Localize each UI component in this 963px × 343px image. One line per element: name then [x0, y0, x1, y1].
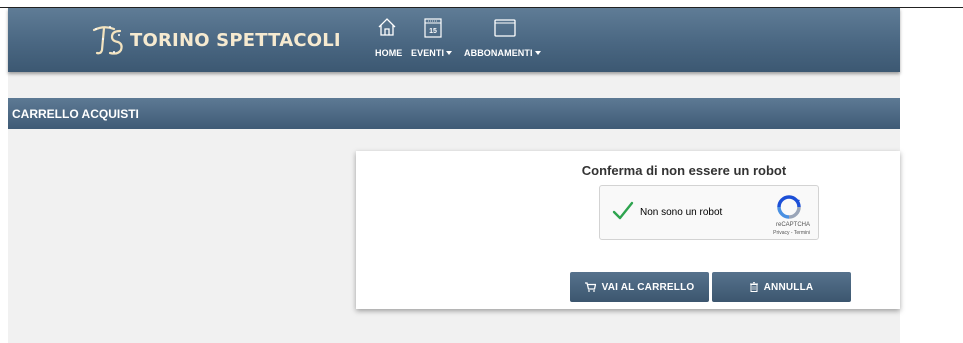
nav-abbonamenti-label: ABBONAMENTI [464, 48, 541, 58]
cancel-button[interactable]: ANNULLA [712, 272, 851, 302]
recaptcha-links[interactable]: Privacy - Termini [773, 230, 810, 236]
cancel-label: ANNULLA [763, 281, 814, 293]
nav-eventi-text: EVENTI [411, 48, 445, 58]
page-title: CARRELLO ACQUISTI [12, 107, 139, 121]
calendar-day: 15 [429, 28, 437, 35]
recaptcha-widget[interactable]: Non sono un robot reCAPTCHA Privacy - Te… [599, 185, 819, 240]
page-title-bar: CARRELLO ACQUISTI [8, 98, 900, 129]
chevron-down-icon [446, 51, 453, 55]
captcha-checkbox-label: Non sono un robot [640, 207, 723, 218]
chevron-down-icon [534, 51, 541, 55]
brand-name: TORINO SPETTACOLI [130, 29, 341, 51]
recaptcha-brand: reCAPTCHA [775, 222, 810, 228]
cart-icon [584, 282, 596, 292]
site-header: TORINO SPETTACOLI HOME 15 EVENTI ABBONAM… [8, 8, 900, 72]
checkmark-icon[interactable] [612, 200, 634, 222]
calendar-icon: 15 [424, 18, 442, 38]
brand-logo[interactable]: TORINO SPETTACOLI [90, 22, 341, 58]
trash-icon [749, 282, 758, 292]
nav-abbonamenti-text: ABBONAMENTI [464, 48, 533, 58]
captcha-panel: Conferma di non essere un robot Non sono… [356, 151, 900, 309]
card-icon [494, 19, 516, 37]
ts-monogram-icon [92, 26, 123, 55]
nav-eventi-label: EVENTI [411, 48, 453, 58]
home-icon [378, 18, 396, 36]
go-to-cart-button[interactable]: VAI AL CARRELLO [570, 272, 709, 302]
captcha-heading: Conferma di non essere un robot [581, 163, 787, 178]
nav-home-label: HOME [375, 48, 403, 58]
go-to-cart-label: VAI AL CARRELLO [601, 281, 695, 293]
recaptcha-logo-icon [777, 195, 801, 219]
